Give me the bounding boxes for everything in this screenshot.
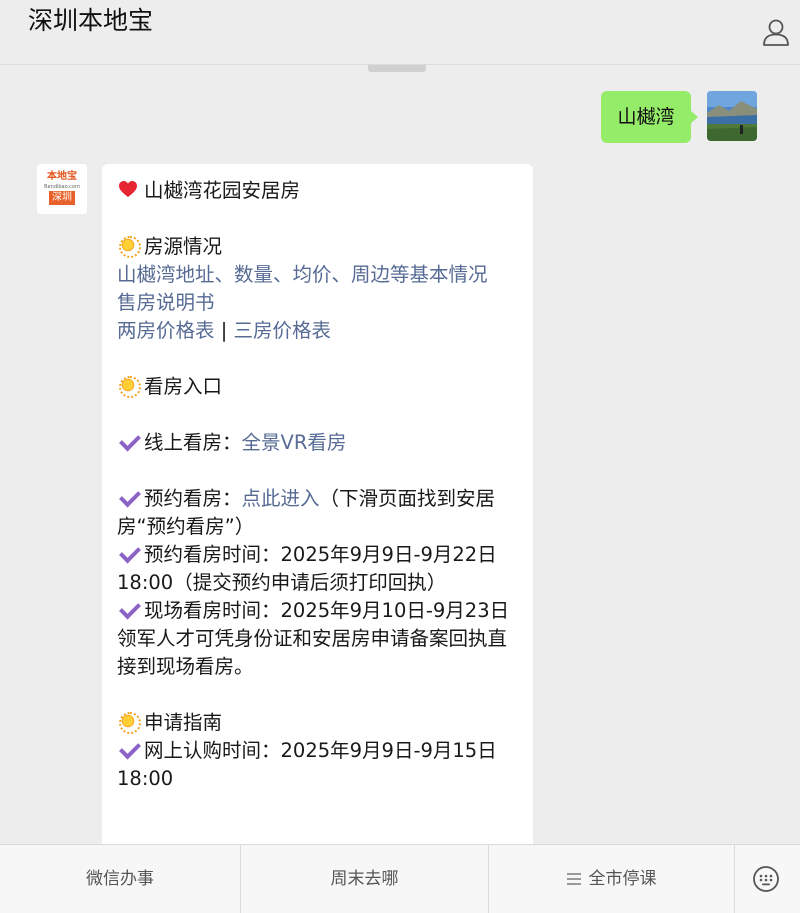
self-avatar[interactable]: [707, 91, 757, 141]
appointment-label: 预约看房：: [144, 487, 242, 510]
onsite-time-line: 现场看房时间：2025年9月10日-9月23日: [117, 597, 519, 625]
vr-viewing-link[interactable]: 全景VR看房: [242, 431, 347, 454]
section-guide-title: 申请指南: [144, 711, 223, 734]
two-room-price-link[interactable]: 两房价格表: [117, 319, 215, 342]
submenu-icon: [566, 873, 581, 885]
pull-handle[interactable]: [368, 65, 426, 72]
heart-icon: [117, 178, 139, 200]
sales-manual-link[interactable]: 售房说明书: [117, 289, 519, 317]
three-room-price-link[interactable]: 三房价格表: [233, 319, 331, 342]
check-icon: [117, 542, 139, 564]
menu-tab-weekend[interactable]: 周末去哪: [241, 845, 488, 913]
check-icon: [117, 738, 139, 760]
section-guide-line: 申请指南: [117, 709, 519, 737]
bendibao-logo-text: 本地宝: [47, 171, 77, 182]
section-housing-line: 房源情况: [117, 233, 519, 261]
message-title-line: 山樾湾花园安居房: [117, 177, 519, 205]
price-separator: |: [214, 319, 234, 342]
sun-icon: [117, 710, 141, 734]
menu-tab-school-closure[interactable]: 全市停课: [489, 845, 734, 913]
incoming-message: 山樾湾花园安居房 房源情况 山樾湾地址、数量、均价、周边等基本情况 售房说明书 …: [102, 164, 533, 864]
online-buy-time: 网上认购时间：2025年9月9日-9月15日18:00: [117, 739, 497, 790]
online-viewing-line: 线上看房：全景VR看房: [117, 429, 519, 457]
bendibao-logo-tag: 深圳: [49, 191, 75, 205]
appointment-line: 预约看房：点此进入（下滑页面找到安居房“预约看房”）: [117, 485, 519, 541]
chat-title: 深圳本地宝: [28, 6, 154, 35]
sun-icon: [117, 234, 141, 258]
online-viewing-label: 线上看房：: [144, 431, 242, 454]
price-table-line: 两房价格表 | 三房价格表: [117, 317, 519, 345]
online-buy-line: 网上认购时间：2025年9月9日-9月15日18:00: [117, 737, 519, 793]
bottom-menu: 微信办事 周末去哪 全市停课: [0, 844, 800, 913]
appointment-time-line: 预约看房时间：2025年9月9日-9月22日18:00（提交预约申请后须打印回执…: [117, 541, 519, 597]
onsite-time: 现场看房时间：2025年9月10日-9月23日: [144, 599, 510, 622]
user-icon[interactable]: [760, 16, 792, 48]
menu-divider: [734, 845, 735, 913]
section-viewing-title: 看房入口: [144, 375, 223, 398]
menu-tab-school-closure-label: 全市停课: [588, 869, 657, 889]
talent-note: 领军人才可凭身份证和安居房申请备案回执直接到现场看房。: [117, 627, 508, 678]
chat-header: 深圳本地宝: [0, 0, 800, 65]
sun-icon: [117, 374, 141, 398]
check-icon: [117, 486, 139, 508]
bendibao-logo-sub: Bendibao.com: [44, 184, 80, 190]
appointment-link[interactable]: 点此进入: [242, 487, 320, 510]
keyboard-icon[interactable]: [752, 865, 780, 893]
section-viewing-line: 看房入口: [117, 373, 519, 401]
message-title: 山樾湾花园安居房: [144, 179, 301, 202]
section-housing-title: 房源情况: [144, 235, 223, 258]
check-icon: [117, 430, 139, 452]
check-icon: [117, 598, 139, 620]
menu-tab-wechat-services[interactable]: 微信办事: [0, 845, 240, 913]
basic-info-link[interactable]: 山樾湾地址、数量、均价、周边等基本情况: [117, 261, 519, 289]
appointment-time: 预约看房时间：2025年9月9日-9月22日18:00（提交预约申请后须打印回执…: [117, 543, 497, 594]
bendibao-avatar[interactable]: 本地宝 Bendibao.com 深圳: [37, 164, 87, 214]
outgoing-message[interactable]: 山樾湾: [601, 91, 698, 143]
